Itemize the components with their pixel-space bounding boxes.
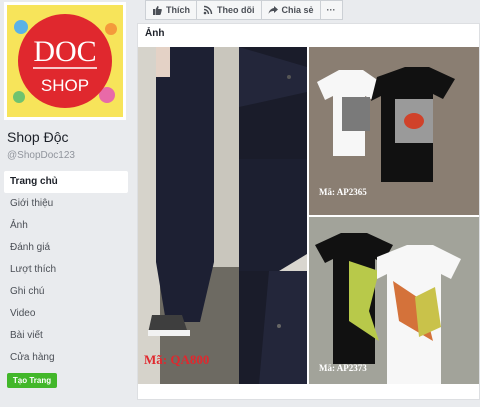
page-nav: Trang chủ Giới thiệu Ảnh Đánh giá Lượt t… [4, 171, 128, 369]
action-bar: Thích Theo dõi Chia sẻ ··· [145, 0, 343, 20]
left-sidebar: DOC SHOP Shop Độc @ShopDoc123 Trang chủ … [0, 0, 135, 400]
page-handle: @ShopDoc123 [7, 150, 75, 161]
nav-item-videos[interactable]: Video [4, 303, 128, 325]
photo-tshirt-ap2373[interactable]: Mã: AP2373 [309, 217, 479, 384]
nav-item-posts[interactable]: Bài viết [4, 325, 128, 347]
pants-detail-image-3 [239, 271, 307, 384]
tshirt-ap2373-image [309, 217, 479, 384]
logo-text-doc: DOC [33, 35, 96, 68]
page-name[interactable]: Shop Độc [7, 129, 68, 145]
photos-card: Ảnh Mã: QA800 Mã: AP2365 Mã: AP2373 [137, 23, 480, 400]
nav-item-about[interactable]: Giới thiệu [4, 193, 128, 215]
pants-detail-image-2 [239, 159, 307, 271]
pants-detail-image-1 [239, 47, 307, 159]
follow-label: Theo dõi [217, 5, 255, 15]
nav-item-reviews[interactable]: Đánh giá [4, 237, 128, 259]
photo-pants-detail-1[interactable] [239, 47, 307, 159]
more-button[interactable]: ··· [319, 0, 343, 20]
share-arrow-icon [268, 6, 278, 14]
photo-pants-detail-3[interactable] [239, 271, 307, 384]
thumbs-up-icon [153, 6, 162, 15]
share-button[interactable]: Chia sẻ [260, 0, 321, 20]
profile-picture[interactable]: DOC SHOP [4, 2, 126, 120]
share-label: Chia sẻ [281, 5, 314, 15]
follow-button[interactable]: Theo dõi [196, 0, 262, 20]
photo-grid: Mã: QA800 Mã: AP2365 Mã: AP2373 [138, 47, 479, 407]
photos-title[interactable]: Ảnh [145, 28, 164, 39]
product-code-ap2365: Mã: AP2365 [319, 187, 367, 197]
nav-item-likes[interactable]: Lượt thích [4, 259, 128, 281]
main-content: Thích Theo dõi Chia sẻ ··· Ảnh Mã: QA800… [135, 0, 480, 400]
rss-icon [203, 5, 213, 15]
nav-item-home[interactable]: Trang chủ [4, 171, 128, 193]
create-page-button[interactable]: Tạo Trang [7, 373, 57, 388]
like-label: Thích [166, 5, 190, 15]
more-icon: ··· [326, 5, 336, 15]
shop-logo: DOC SHOP [7, 5, 123, 117]
nav-item-photos[interactable]: Ảnh [4, 215, 128, 237]
like-button[interactable]: Thích [145, 0, 197, 20]
product-code-qa800: Mã: QA800 [144, 352, 210, 367]
photo-pants-model[interactable]: Mã: QA800 [138, 47, 239, 384]
product-code-ap2373: Mã: AP2373 [319, 363, 367, 373]
nav-item-shop[interactable]: Cửa hàng [4, 347, 128, 369]
logo-text-shop: SHOP [41, 76, 89, 95]
nav-item-notes[interactable]: Ghi chú [4, 281, 128, 303]
photo-tshirt-ap2365[interactable]: Mã: AP2365 [309, 47, 479, 215]
photo-pants-detail-2[interactable] [239, 159, 307, 271]
pants-photo-image [138, 47, 239, 384]
